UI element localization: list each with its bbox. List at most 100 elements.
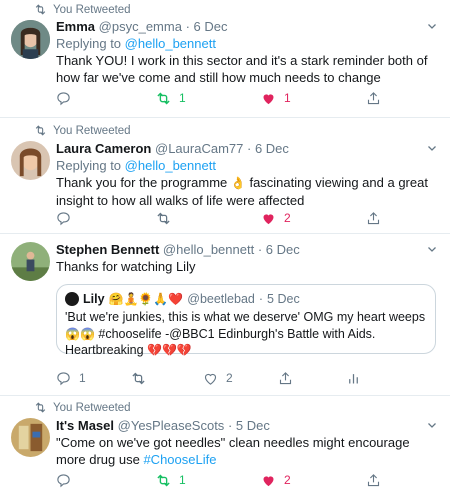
retweet-icon bbox=[157, 474, 170, 486]
tweet-date[interactable]: 5 Dec bbox=[236, 418, 270, 433]
analytics-icon bbox=[349, 373, 358, 383]
like-count: 2 bbox=[284, 211, 291, 225]
broken-heart-emojis: 💔💔💔 bbox=[147, 343, 192, 357]
crying-emoji: 😱😱 bbox=[65, 326, 95, 341]
avatar[interactable] bbox=[11, 20, 50, 59]
retweet-icon bbox=[35, 125, 46, 136]
name-emojis: 🤗🧘🌻🙏❤️ bbox=[108, 292, 184, 306]
tweet-header: Laura Cameron @LauraCam77 · 6 Dec bbox=[56, 140, 440, 157]
user-handle[interactable]: @psyc_emma bbox=[99, 19, 182, 34]
tweet-actions: 2 bbox=[56, 209, 430, 227]
retweet-icon bbox=[157, 92, 170, 104]
tweet-header: It's Masel @YesPleaseScots · 5 Dec bbox=[56, 417, 440, 434]
timeline-feed: You Retweeted Emma @psyc_emma · 6 Dec Re… bbox=[0, 0, 450, 502]
heart-icon bbox=[204, 373, 217, 385]
tweet-text: Thank YOU! I work in this sector and it'… bbox=[56, 53, 428, 85]
display-name[interactable]: Stephen Bennett bbox=[56, 242, 159, 257]
heart-icon bbox=[263, 475, 274, 486]
like-count: 2 bbox=[284, 473, 291, 487]
heart-icon bbox=[263, 93, 274, 104]
replying-to: Replying to @hello_bennett bbox=[56, 158, 216, 173]
reply-button[interactable] bbox=[56, 91, 156, 106]
tweet-text: Thank you for the programme 👌 fascinatin… bbox=[56, 175, 428, 208]
quoted-tweet-date: 5 Dec bbox=[267, 292, 300, 306]
tweet-actions: 1 1 bbox=[56, 89, 430, 107]
tweet-date[interactable]: 6 Dec bbox=[194, 19, 228, 34]
heart-icon bbox=[263, 213, 274, 224]
retweet-context: You Retweeted bbox=[34, 401, 131, 414]
chevron-down-icon[interactable] bbox=[426, 142, 438, 154]
share-button[interactable] bbox=[366, 473, 381, 488]
like-button[interactable]: 2 bbox=[261, 211, 366, 226]
share-icon bbox=[367, 211, 380, 224]
tweet-emma[interactable]: You Retweeted Emma @psyc_emma · 6 Dec Re… bbox=[0, 0, 450, 118]
share-button[interactable] bbox=[278, 371, 346, 386]
avatar[interactable] bbox=[11, 242, 50, 281]
reply-button[interactable] bbox=[56, 473, 156, 488]
user-handle[interactable]: @LauraCam77 bbox=[155, 141, 243, 156]
reply-button[interactable]: 1 bbox=[56, 371, 131, 386]
separator-dot: · bbox=[227, 418, 233, 433]
share-icon bbox=[367, 473, 380, 486]
retweet-icon bbox=[132, 372, 145, 384]
share-icon bbox=[367, 91, 380, 104]
quoted-tweet[interactable]: Lily 🤗🧘🌻🙏❤️ @beetlebad · 5 Dec 'But we'r… bbox=[56, 284, 436, 357]
tweet-actions: 1 2 bbox=[56, 471, 430, 489]
quoted-tweet-text: 'But we're junkies, this is what we dese… bbox=[65, 310, 426, 357]
share-button[interactable] bbox=[366, 91, 381, 106]
reply-icon bbox=[57, 473, 70, 487]
like-button[interactable]: 1 bbox=[261, 91, 366, 106]
quoted-display-name[interactable]: Lily bbox=[83, 291, 105, 307]
hashtag-link[interactable]: #ChooseLife bbox=[143, 452, 216, 467]
avatar[interactable] bbox=[11, 418, 50, 457]
user-handle[interactable]: @hello_bennett bbox=[163, 242, 254, 257]
like-button[interactable]: 2 bbox=[261, 473, 366, 488]
retweet-count: 1 bbox=[179, 473, 186, 487]
retweet-button[interactable] bbox=[156, 211, 261, 226]
chevron-down-icon[interactable] bbox=[426, 20, 438, 32]
chevron-down-icon[interactable] bbox=[426, 419, 438, 431]
reply-icon bbox=[57, 371, 70, 385]
retweet-context: You Retweeted bbox=[34, 3, 131, 16]
display-name[interactable]: It's Masel bbox=[56, 418, 114, 433]
tweet-header: Stephen Bennett @hello_bennett · 6 Dec bbox=[56, 241, 440, 258]
tweet-date[interactable]: 6 Dec bbox=[266, 242, 300, 257]
quoted-tweet-header: Lily 🤗🧘🌻🙏❤️ @beetlebad · 5 Dec bbox=[65, 291, 427, 307]
reply-icon bbox=[57, 211, 70, 225]
tweet-date[interactable]: 6 Dec bbox=[255, 141, 289, 156]
user-handle[interactable]: @YesPleaseScots bbox=[118, 418, 225, 433]
like-count: 1 bbox=[284, 91, 291, 105]
reply-handle-link[interactable]: @hello_bennett bbox=[125, 158, 216, 173]
like-count: 2 bbox=[226, 371, 233, 385]
retweet-button[interactable] bbox=[131, 371, 203, 386]
separator-dot: · bbox=[185, 19, 190, 34]
retweet-button[interactable]: 1 bbox=[156, 91, 261, 106]
retweet-icon bbox=[35, 402, 46, 413]
like-button[interactable]: 2 bbox=[203, 371, 278, 386]
chevron-down-icon[interactable] bbox=[426, 243, 438, 255]
ok-hand-emoji: 👌 bbox=[230, 176, 246, 190]
tweet-masel[interactable]: You Retweeted It's Masel @YesPleaseScots… bbox=[0, 396, 450, 502]
analytics-button[interactable] bbox=[346, 371, 361, 386]
retweet-icon bbox=[35, 4, 46, 15]
retweet-count: 1 bbox=[179, 91, 186, 105]
share-icon bbox=[279, 371, 292, 384]
tweet-actions: 1 2 bbox=[56, 369, 430, 387]
replying-to: Replying to @hello_bennett bbox=[56, 36, 216, 51]
tweet-laura[interactable]: You Retweeted Laura Cameron @LauraCam77 … bbox=[0, 118, 450, 234]
share-button[interactable] bbox=[366, 211, 381, 226]
reply-button[interactable] bbox=[56, 211, 156, 226]
display-name[interactable]: Laura Cameron bbox=[56, 141, 151, 156]
tweet-header: Emma @psyc_emma · 6 Dec bbox=[56, 18, 440, 35]
quoted-user-handle[interactable]: @beetlebad bbox=[187, 291, 255, 307]
separator-dot: · bbox=[258, 292, 264, 306]
retweet-button[interactable]: 1 bbox=[156, 473, 261, 488]
display-name[interactable]: Emma bbox=[56, 19, 95, 34]
tweet-stephen[interactable]: Stephen Bennett @hello_bennett · 6 Dec T… bbox=[0, 234, 450, 396]
avatar bbox=[65, 292, 79, 306]
separator-dot: · bbox=[246, 141, 252, 156]
avatar[interactable] bbox=[11, 141, 50, 180]
tweet-text: "Come on we've got needles" clean needle… bbox=[56, 435, 410, 467]
reply-handle-link[interactable]: @hello_bennett bbox=[125, 36, 216, 51]
separator-dot: · bbox=[257, 242, 263, 257]
